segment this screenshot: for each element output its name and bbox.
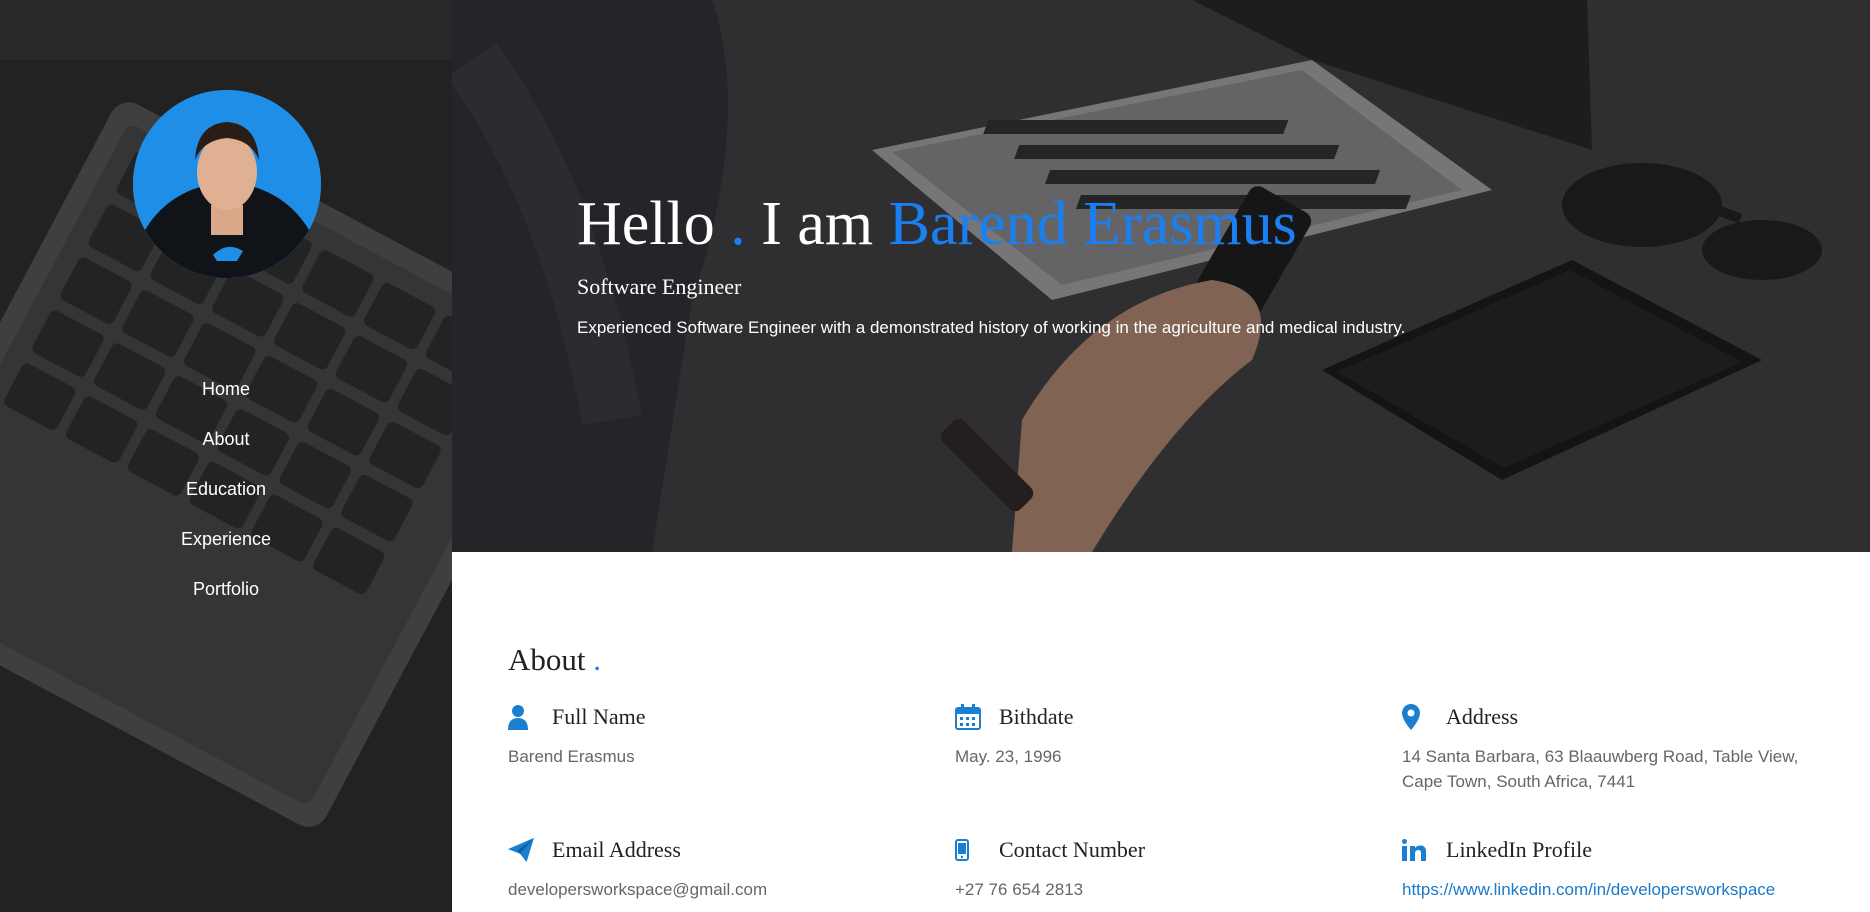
hero-content: Hello . I am Barend Erasmus Software Eng…	[577, 186, 1827, 338]
info-label: Bithdate	[999, 704, 1074, 729]
info-value: +27 76 654 2813	[955, 880, 1084, 899]
hero-greeting: Hello	[577, 190, 715, 258]
info-head: Address	[1402, 702, 1822, 732]
hero-role: Software Engineer	[577, 274, 742, 299]
nav-experience[interactable]: Experience	[0, 518, 452, 568]
hero-intro: I am	[761, 190, 874, 258]
info-value: Barend Erasmus	[508, 747, 635, 766]
info-value: developersworkspace@gmail.com	[508, 880, 768, 899]
info-contact-number: Contact Number +27 76 654 2813	[955, 835, 1375, 902]
mobile-phone-icon	[955, 837, 981, 863]
nav-about[interactable]: About	[0, 418, 452, 468]
hero-section: Hello . I am Barend Erasmus Software Eng…	[452, 0, 1870, 552]
hero-description: Experienced Software Engineer with a dem…	[577, 318, 1406, 337]
info-label: Full Name	[552, 704, 646, 729]
info-birthdate: Bithdate May. 23, 1996	[955, 702, 1375, 769]
about-title-text: About	[508, 642, 586, 677]
info-value: 14 Santa Barbara, 63 Blaauwberg Road, Ta…	[1402, 747, 1799, 791]
info-value: May. 23, 1996	[955, 747, 1062, 766]
sidebar: Home About Education Experience Portfoli…	[0, 0, 452, 912]
profile-photo	[133, 90, 321, 278]
hero-title: Hello . I am Barend Erasmus	[577, 186, 1827, 262]
info-head: Contact Number	[955, 835, 1375, 865]
hero-name: Barend Erasmus	[888, 190, 1297, 258]
nav-portfolio[interactable]: Portfolio	[0, 568, 452, 618]
info-full-name: Full Name Barend Erasmus	[508, 702, 928, 769]
map-marker-icon	[1402, 704, 1428, 730]
nav-home[interactable]: Home	[0, 368, 452, 418]
info-head: Bithdate	[955, 702, 1375, 732]
info-address: Address 14 Santa Barbara, 63 Blaauwberg …	[1402, 702, 1822, 794]
linkedin-icon	[1402, 837, 1428, 863]
about-title: About .	[508, 640, 1848, 680]
info-head: Full Name	[508, 702, 928, 732]
info-head: LinkedIn Profile	[1402, 835, 1842, 865]
nav-education[interactable]: Education	[0, 468, 452, 518]
info-label: Address	[1446, 704, 1519, 729]
hero-greeting-dot: .	[730, 190, 746, 258]
profile-avatar	[133, 90, 321, 278]
about-section: About . Full Name Barend Erasmus Bithdat…	[508, 640, 1848, 899]
sidebar-nav: Home About Education Experience Portfoli…	[0, 368, 452, 618]
linkedin-link[interactable]: https://www.linkedin.com/in/developerswo…	[1402, 877, 1842, 902]
info-email: Email Address developersworkspace@gmail.…	[508, 835, 928, 902]
info-label: Contact Number	[999, 837, 1146, 862]
info-label: LinkedIn Profile	[1446, 837, 1593, 862]
paper-plane-icon	[508, 837, 534, 863]
info-linkedin: LinkedIn Profile https://www.linkedin.co…	[1402, 835, 1842, 902]
about-title-dot: .	[593, 642, 601, 677]
calendar-icon	[955, 704, 981, 730]
info-head: Email Address	[508, 835, 928, 865]
info-label: Email Address	[552, 837, 681, 862]
user-icon	[508, 704, 534, 730]
